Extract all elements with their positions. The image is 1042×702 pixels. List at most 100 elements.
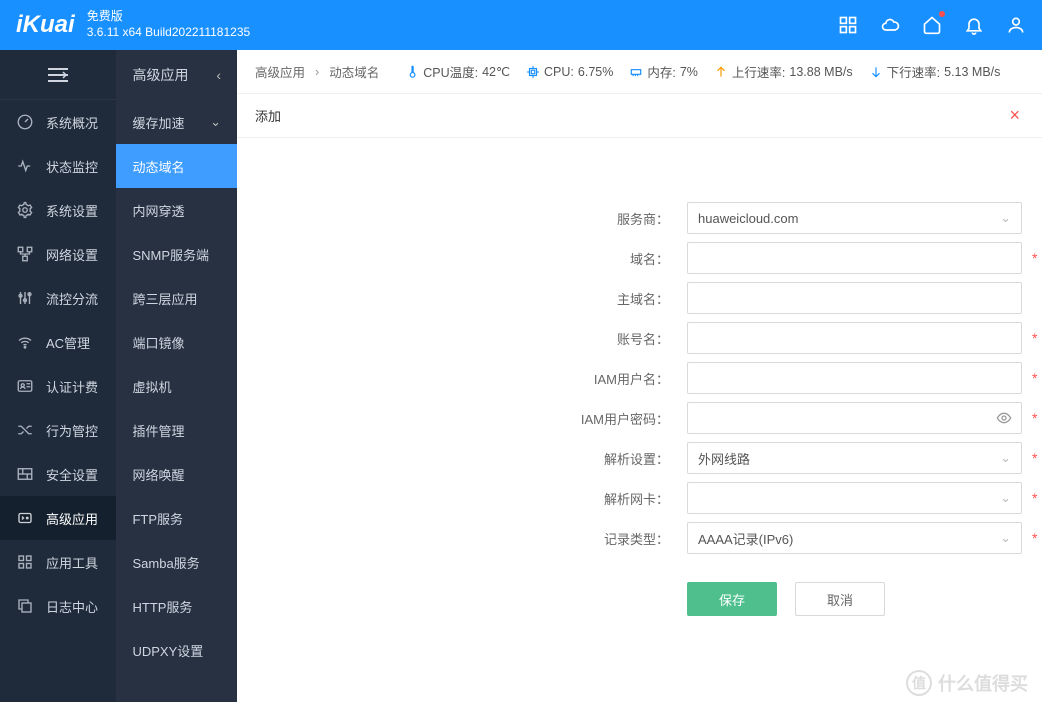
arrow-down-icon — [869, 65, 883, 79]
required-star: * — [1032, 330, 1042, 346]
select-resolve-cfg[interactable]: 外网线路⌄ — [687, 442, 1022, 474]
sub-item-plugins[interactable]: 插件管理 — [116, 408, 237, 452]
status-bar: 高级应用 › 动态域名 CPU温度: 42℃ CPU: 6.75% 内存: 7%… — [237, 50, 1042, 94]
chevron-down-icon: ⌄ — [1000, 210, 1011, 226]
nav-auth-billing[interactable]: 认证计费 — [0, 364, 116, 408]
input-iamuser[interactable] — [687, 362, 1022, 394]
label-iamuser: IAM用户名： — [237, 369, 687, 388]
sub-item-label: 跨三层应用 — [132, 289, 197, 308]
apps-icon[interactable] — [838, 15, 858, 35]
close-icon[interactable]: × — [1005, 101, 1024, 130]
sub-item-udpxy[interactable]: UDPXY设置 — [116, 628, 237, 672]
cloud-icon[interactable] — [880, 15, 900, 35]
memory-icon — [629, 65, 643, 79]
sub-item-http[interactable]: HTTP服务 — [116, 584, 237, 628]
label-resolve-nic: 解析网卡： — [237, 489, 687, 508]
firewall-icon — [16, 465, 34, 483]
nav-advanced[interactable]: 高级应用 — [0, 496, 116, 540]
input-iampass[interactable] — [687, 402, 1022, 434]
nav-label: 行为管控 — [46, 421, 98, 440]
select-resolve-nic[interactable]: ⌄ — [687, 482, 1022, 514]
sub-item-label: Samba服务 — [132, 553, 199, 572]
nav-behavior[interactable]: 行为管控 — [0, 408, 116, 452]
label-domain: 域名： — [237, 249, 687, 268]
required-star: * — [1032, 250, 1042, 266]
input-mainhost[interactable] — [687, 282, 1022, 314]
nav-label: 流控分流 — [46, 289, 98, 308]
bell-icon[interactable] — [964, 15, 984, 35]
sub-item-label: SNMP服务端 — [132, 245, 209, 264]
home-icon[interactable] — [922, 15, 942, 35]
nav-label: 系统概况 — [46, 113, 98, 132]
arrow-up-icon — [714, 65, 728, 79]
stat-cpu-temp: CPU温度: 42℃ — [405, 62, 510, 81]
nav-network-settings[interactable]: 网络设置 — [0, 232, 116, 276]
sub-item-label: 网络唤醒 — [132, 465, 184, 484]
nav-label: 高级应用 — [46, 509, 98, 528]
label-provider: 服务商： — [237, 209, 687, 228]
sub-header[interactable]: 高级应用 ‹ — [116, 50, 237, 100]
nav-label: AC管理 — [46, 333, 90, 352]
label-mainhost: 主域名： — [237, 289, 687, 308]
cancel-button[interactable]: 取消 — [795, 582, 885, 616]
cpu-icon — [526, 65, 540, 79]
stat-cpu: CPU: 6.75% — [526, 65, 613, 79]
save-button[interactable]: 保存 — [687, 582, 777, 616]
breadcrumb-2[interactable]: 动态域名 — [329, 62, 379, 81]
nav-label: 系统设置 — [46, 201, 98, 220]
user-icon[interactable] — [1006, 15, 1026, 35]
nav-label: 网络设置 — [46, 245, 98, 264]
sub-item-snmp[interactable]: SNMP服务端 — [116, 232, 237, 276]
sub-item-vm[interactable]: 虚拟机 — [116, 364, 237, 408]
version-text: 3.6.11 x64 Build202211181235 — [87, 25, 250, 41]
nav-security[interactable]: 安全设置 — [0, 452, 116, 496]
sub-item-layer3[interactable]: 跨三层应用 — [116, 276, 237, 320]
page-title: 添加 — [255, 106, 281, 125]
breadcrumb-1[interactable]: 高级应用 — [255, 62, 305, 81]
nav-label: 日志中心 — [46, 597, 98, 616]
form-area: 服务商： huaweicloud.com⌄ 域名： * 主域名： 账号名： * … — [237, 138, 1042, 616]
sub-item-wol[interactable]: 网络唤醒 — [116, 452, 237, 496]
input-account[interactable] — [687, 322, 1022, 354]
breadcrumb-sep: › — [315, 65, 319, 79]
chevron-down-icon: ⌄ — [210, 114, 221, 130]
nav-label: 认证计费 — [46, 377, 98, 396]
nav-tools[interactable]: 应用工具 — [0, 540, 116, 584]
sub-item-portmirror[interactable]: 端口镜像 — [116, 320, 237, 364]
sub-item-label: HTTP服务 — [132, 597, 192, 616]
collapse-toggle[interactable] — [0, 50, 116, 100]
nav-flow-control[interactable]: 流控分流 — [0, 276, 116, 320]
stat-mem: 内存: 7% — [629, 62, 698, 81]
required-star: * — [1032, 530, 1042, 546]
nav-ac-manage[interactable]: AC管理 — [0, 320, 116, 364]
input-domain[interactable] — [687, 242, 1022, 274]
gear-icon — [16, 201, 34, 219]
sub-header-label: 高级应用 — [132, 65, 188, 85]
nav-status-monitor[interactable]: 状态监控 — [0, 144, 116, 188]
select-record-type[interactable]: AAAA记录(IPv6)⌄ — [687, 522, 1022, 554]
sliders-icon — [16, 289, 34, 307]
sub-item-ddns[interactable]: 动态域名 — [116, 144, 237, 188]
wifi-icon — [16, 333, 34, 351]
stat-download: 下行速率: 5.13 MB/s — [869, 62, 1001, 81]
eye-icon[interactable] — [996, 410, 1012, 429]
label-record-type: 记录类型： — [237, 529, 687, 548]
chevron-down-icon: ⌄ — [1000, 450, 1011, 466]
chevron-down-icon: ⌄ — [1000, 530, 1011, 546]
nav-system-settings[interactable]: 系统设置 — [0, 188, 116, 232]
select-provider[interactable]: huaweicloud.com⌄ — [687, 202, 1022, 234]
content-area: 高级应用 › 动态域名 CPU温度: 42℃ CPU: 6.75% 内存: 7%… — [237, 50, 1042, 702]
sub-group-cache[interactable]: 缓存加速 ⌄ — [116, 100, 237, 144]
required-star: * — [1032, 450, 1042, 466]
nav-system-overview[interactable]: 系统概况 — [0, 100, 116, 144]
sub-item-label: 端口镜像 — [132, 333, 184, 352]
chevron-down-icon: ⌄ — [1000, 490, 1011, 506]
sub-item-nat[interactable]: 内网穿透 — [116, 188, 237, 232]
sub-item-label: 动态域名 — [132, 157, 184, 176]
nav-logs[interactable]: 日志中心 — [0, 584, 116, 628]
sub-item-ftp[interactable]: FTP服务 — [116, 496, 237, 540]
sidebar-main: 系统概况 状态监控 系统设置 网络设置 流控分流 AC管理 认证计费 行为管控 … — [0, 50, 116, 702]
nav-label: 状态监控 — [46, 157, 98, 176]
stat-upload: 上行速率: 13.88 MB/s — [714, 62, 853, 81]
sub-item-samba[interactable]: Samba服务 — [116, 540, 237, 584]
